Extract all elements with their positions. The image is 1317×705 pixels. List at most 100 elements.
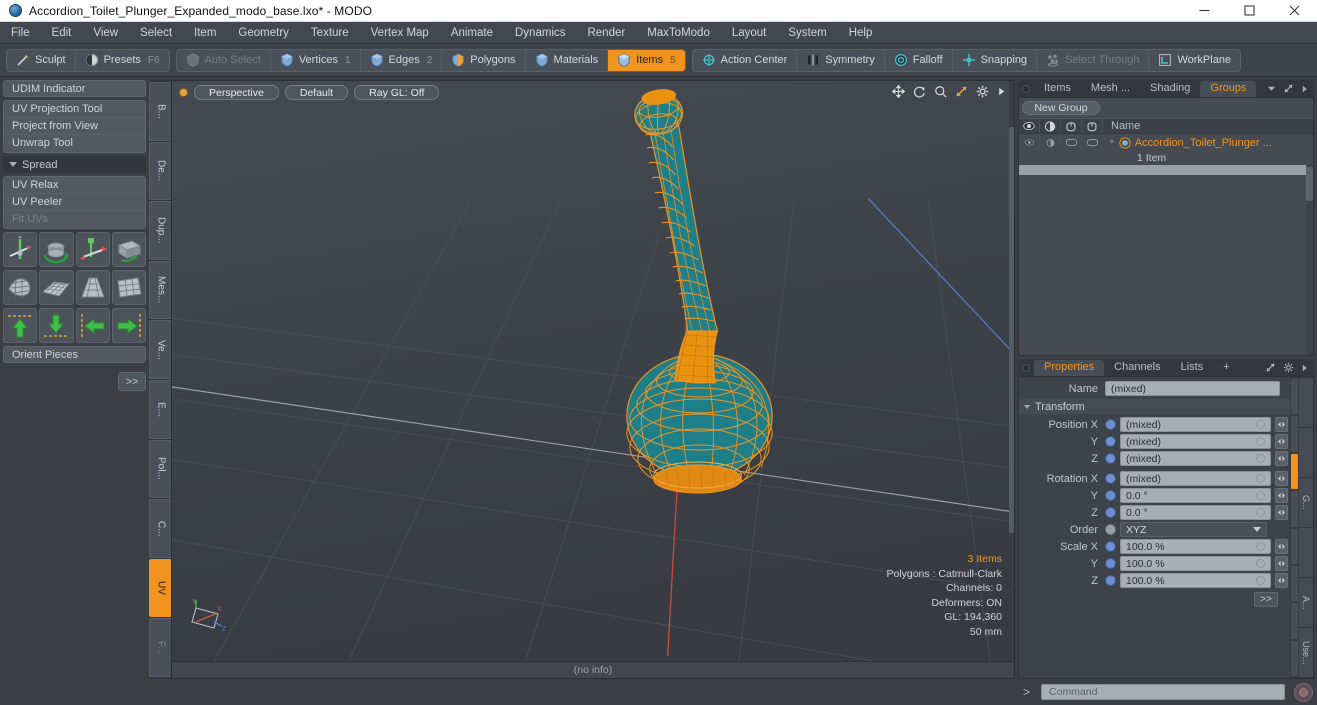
properties-scroll-segment[interactable] bbox=[1291, 640, 1298, 676]
arrow-right-icon[interactable] bbox=[1301, 363, 1308, 373]
position-y-key-toggle[interactable] bbox=[1105, 436, 1116, 447]
menu-item-item[interactable]: Item bbox=[183, 22, 227, 44]
viewport-scrollbar-vertical[interactable] bbox=[1009, 81, 1014, 661]
position-x-anim-circle[interactable] bbox=[1256, 420, 1265, 429]
scale-x-key-toggle[interactable] bbox=[1105, 541, 1116, 552]
properties-scroll-segment[interactable] bbox=[1291, 603, 1298, 639]
position-z-stepper[interactable] bbox=[1275, 451, 1288, 466]
menu-item-vertex-map[interactable]: Vertex Map bbox=[360, 22, 440, 44]
unwrap-tool-item[interactable]: Unwrap Tool bbox=[4, 135, 145, 152]
rotation-x-key-toggle[interactable] bbox=[1105, 473, 1116, 484]
menu-item-select[interactable]: Select bbox=[129, 22, 183, 44]
expand-plus-icon[interactable]: + bbox=[1109, 137, 1115, 148]
tab-shading[interactable]: Shading bbox=[1140, 81, 1200, 97]
pvtab-user[interactable]: Use... bbox=[1299, 628, 1313, 677]
tab-mesh[interactable]: Mesh ... bbox=[1081, 81, 1140, 97]
properties-scroll-segment-active[interactable] bbox=[1291, 453, 1298, 490]
menu-item-texture[interactable]: Texture bbox=[300, 22, 360, 44]
arrow-right-icon[interactable] bbox=[1301, 84, 1308, 94]
toolbar-select-through-button[interactable]: Select Through bbox=[1037, 49, 1150, 71]
position-x-key-toggle[interactable] bbox=[1105, 419, 1116, 430]
panel-menu-dot[interactable] bbox=[1022, 84, 1030, 93]
menu-item-help[interactable]: Help bbox=[838, 22, 884, 44]
pvtab-attributes[interactable]: A... bbox=[1299, 578, 1313, 627]
zoom-icon[interactable] bbox=[934, 85, 947, 98]
tab-properties[interactable]: Properties bbox=[1034, 359, 1105, 376]
toolbar-materials-button[interactable]: Materials bbox=[526, 49, 609, 71]
expand-icon[interactable] bbox=[1283, 83, 1294, 94]
maximize-button[interactable] bbox=[1227, 0, 1272, 22]
menu-item-edit[interactable]: Edit bbox=[41, 22, 83, 44]
menu-item-view[interactable]: View bbox=[82, 22, 129, 44]
scale-z-key-toggle[interactable] bbox=[1105, 575, 1116, 586]
uv-align-down-button[interactable] bbox=[39, 308, 74, 343]
scale-x-stepper[interactable] bbox=[1275, 539, 1288, 554]
position-z-key-toggle[interactable] bbox=[1105, 453, 1116, 464]
tab-groups[interactable]: Groups bbox=[1200, 80, 1257, 97]
group-row-name-cell[interactable]: + Accordion_Toilet_Plunger ... bbox=[1103, 137, 1272, 149]
menu-item-file[interactable]: File bbox=[0, 22, 41, 44]
position-y-field[interactable]: (mixed) bbox=[1120, 434, 1271, 449]
row-lock-toggle[interactable] bbox=[1061, 134, 1082, 151]
pvtab-general[interactable]: G... bbox=[1299, 478, 1313, 527]
viewport-shading-button[interactable]: Default bbox=[284, 84, 349, 100]
properties-scroll-segments[interactable] bbox=[1290, 377, 1299, 678]
toolbar-sculpt-button[interactable]: Sculpt bbox=[7, 49, 76, 71]
row-render-toggle[interactable] bbox=[1040, 134, 1061, 151]
order-key-toggle[interactable] bbox=[1105, 524, 1116, 535]
viewport-view-mode-button[interactable]: Perspective bbox=[194, 84, 279, 100]
rotation-x-field[interactable]: (mixed) bbox=[1120, 471, 1271, 486]
rotate-icon[interactable] bbox=[913, 85, 926, 98]
scale-y-key-toggle[interactable] bbox=[1105, 558, 1116, 569]
gear-icon[interactable] bbox=[1283, 362, 1294, 373]
udim-indicator-button[interactable]: UDIM Indicator bbox=[3, 80, 146, 97]
record-command-button[interactable] bbox=[1294, 682, 1313, 702]
item-list-body[interactable] bbox=[1019, 165, 1313, 355]
scale-z-anim-circle[interactable] bbox=[1256, 576, 1265, 585]
uv-transform-button[interactable] bbox=[3, 232, 38, 267]
uv-peeler-item[interactable]: UV Peeler bbox=[4, 194, 145, 211]
rotation-z-anim-circle[interactable] bbox=[1256, 508, 1265, 517]
tab-lists[interactable]: Lists bbox=[1171, 360, 1214, 376]
rotation-z-stepper[interactable] bbox=[1275, 505, 1288, 520]
menu-item-animate[interactable]: Animate bbox=[440, 22, 504, 44]
left-panel-more-button[interactable]: >> bbox=[118, 372, 146, 391]
toolbar-falloff-button[interactable]: Falloff bbox=[885, 49, 953, 71]
toolbar-edges-button[interactable]: Edges 2 bbox=[361, 49, 443, 71]
uv-move-button[interactable] bbox=[75, 232, 110, 267]
uv-cone-button[interactable] bbox=[75, 270, 110, 305]
play-icon[interactable] bbox=[997, 85, 1006, 98]
scale-x-anim-circle[interactable] bbox=[1256, 542, 1265, 551]
uv-align-right-button[interactable] bbox=[111, 308, 146, 343]
pan-icon[interactable] bbox=[892, 85, 905, 98]
tab-items[interactable]: Items bbox=[1034, 81, 1081, 97]
column-render-header[interactable] bbox=[1040, 119, 1061, 133]
project-from-view-item[interactable]: Project from View bbox=[4, 118, 145, 135]
minimize-button[interactable] bbox=[1182, 0, 1227, 22]
rotation-z-key-toggle[interactable] bbox=[1105, 507, 1116, 518]
perspective-viewport[interactable]: Perspective Default Ray GL: Off 3 Items … bbox=[171, 80, 1015, 662]
rotation-y-stepper[interactable] bbox=[1275, 488, 1288, 503]
chevron-down-icon[interactable] bbox=[1267, 84, 1276, 93]
viewport-raygl-button[interactable]: Ray GL: Off bbox=[354, 84, 440, 100]
rotation-x-stepper[interactable] bbox=[1275, 471, 1288, 486]
tab-channels[interactable]: Channels bbox=[1104, 360, 1170, 376]
new-group-button[interactable]: New Group bbox=[1022, 101, 1100, 115]
position-x-field[interactable]: (mixed) bbox=[1120, 417, 1271, 432]
toolbar-snapping-button[interactable]: Snapping bbox=[953, 49, 1038, 71]
position-z-anim-circle[interactable] bbox=[1256, 454, 1265, 463]
properties-scroll-segment[interactable] bbox=[1291, 491, 1298, 527]
axis-gizmo[interactable]: Y X Z bbox=[184, 598, 230, 639]
properties-menu-dot[interactable] bbox=[1022, 363, 1030, 372]
item-list-scrollbar[interactable] bbox=[1306, 165, 1313, 355]
toolbar-symmetry-button[interactable]: Symmetry bbox=[797, 49, 885, 71]
toolbar-items-button[interactable]: Items 5 bbox=[608, 49, 685, 71]
menu-item-geometry[interactable]: Geometry bbox=[227, 22, 300, 44]
toolbar-vertices-button[interactable]: Vertices 1 bbox=[271, 49, 361, 71]
expand-icon[interactable] bbox=[1265, 362, 1276, 373]
command-input[interactable]: Command bbox=[1041, 684, 1285, 700]
toolbar-action-center-button[interactable]: Action Center bbox=[693, 49, 798, 71]
uv-projection-tool-item[interactable]: UV Projection Tool bbox=[4, 101, 145, 118]
properties-more-button[interactable]: >> bbox=[1254, 592, 1278, 607]
uv-relax-item[interactable]: UV Relax bbox=[4, 177, 145, 194]
